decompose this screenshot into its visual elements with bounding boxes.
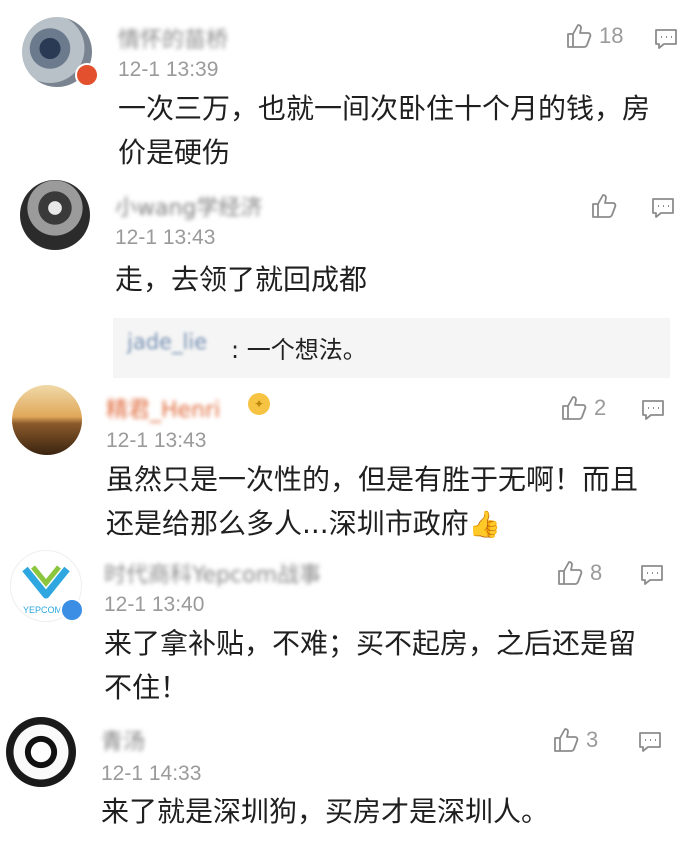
avatar[interactable] <box>6 717 76 787</box>
comment-text-line-content: 还是给那么多人...深圳市政府 <box>106 507 469 540</box>
comment-time: 12-1 13:39 <box>118 58 219 81</box>
thumbs-up-icon <box>554 728 579 752</box>
comment-item: 情怀的苗桥 12-1 13:39 18 一次三万，也就一间次卧住十个月的钱，房 … <box>0 0 700 180</box>
comment-text-line: 来了拿补贴，不难；买不起房，之后还是留 <box>104 627 637 660</box>
comment-time: 12-1 13:43 <box>106 429 207 452</box>
vip-badge-icon: ✦ <box>248 393 270 415</box>
comment-text: 一次三万，也就一间次卧住十个月的钱，房 价是硬伤 <box>118 87 650 175</box>
comment-text-line: 价是硬伤 <box>118 136 231 169</box>
reply-text: : 一个想法。 <box>231 336 367 364</box>
like-button[interactable]: 2 <box>560 394 606 422</box>
like-button[interactable]: 18 <box>565 22 623 50</box>
thumbs-up-emoji-icon: 👍 <box>468 510 502 540</box>
reply-icon[interactable] <box>640 563 664 587</box>
username[interactable]: 小wang学经济 <box>115 190 262 222</box>
thumbs-up-icon <box>567 24 592 48</box>
comment-time: 12-1 13:43 <box>115 226 216 249</box>
comment-text: 走，去领了就回成都 <box>115 258 367 302</box>
reply-username[interactable]: jade_lie <box>127 330 207 354</box>
comment-time: 12-1 14:33 <box>101 762 202 785</box>
comment-text: 虽然只是一次性的，但是有胜于无啊！而且 还是给那么多人...深圳市政府👍 <box>106 458 638 547</box>
reply-text-content: 一个想法。 <box>246 336 367 364</box>
reply-icon[interactable] <box>638 730 662 754</box>
comment-text: 来了拿补贴，不难；买不起房，之后还是留 不住！ <box>104 622 636 710</box>
reply-icon[interactable] <box>654 27 678 51</box>
reply-preview[interactable]: jade_lie : 一个想法。 <box>113 318 670 378</box>
like-button[interactable]: 8 <box>556 559 602 587</box>
reply-icon[interactable] <box>651 196 675 220</box>
thumbs-up-icon <box>558 561 583 585</box>
comment-text-line: 一次三万，也就一间次卧住十个月的钱，房 <box>118 92 651 125</box>
like-count: 3 <box>586 727 599 752</box>
reply-icon[interactable] <box>641 398 665 422</box>
like-button[interactable]: 3 <box>552 726 598 754</box>
like-count: 18 <box>599 23 624 48</box>
username[interactable]: 青汤 <box>101 724 145 756</box>
thumbs-up-icon <box>562 396 587 420</box>
like-count: 2 <box>594 395 607 420</box>
verified-badge-icon <box>60 598 84 622</box>
comment-text-line: 不住！ <box>104 671 189 704</box>
avatar[interactable] <box>12 385 82 455</box>
username[interactable]: 情怀的苗桥 <box>118 22 228 54</box>
svg-text:YEPCOM: YEPCOM <box>23 605 62 615</box>
username[interactable]: 时代商科Yepcom战事 <box>104 557 321 589</box>
avatar-badge-icon <box>75 63 99 87</box>
comment-time: 12-1 13:40 <box>104 593 205 616</box>
like-button[interactable] <box>590 192 624 220</box>
username[interactable]: 精君_Henri <box>106 392 220 424</box>
comment-text-line: 走，去领了就回成都 <box>115 263 368 296</box>
comment-text-line: 虽然只是一次性的，但是有胜于无啊！而且 <box>106 463 639 496</box>
comment-text-line: 来了就是深圳狗，买房才是深圳人。 <box>101 795 550 828</box>
thumbs-up-icon <box>592 194 617 218</box>
comment-text: 来了就是深圳狗，买房才是深圳人。 <box>101 790 549 834</box>
avatar[interactable] <box>20 180 90 250</box>
comment-text-line: 还是给那么多人...深圳市政府👍 <box>106 502 638 547</box>
like-count: 8 <box>590 560 603 585</box>
